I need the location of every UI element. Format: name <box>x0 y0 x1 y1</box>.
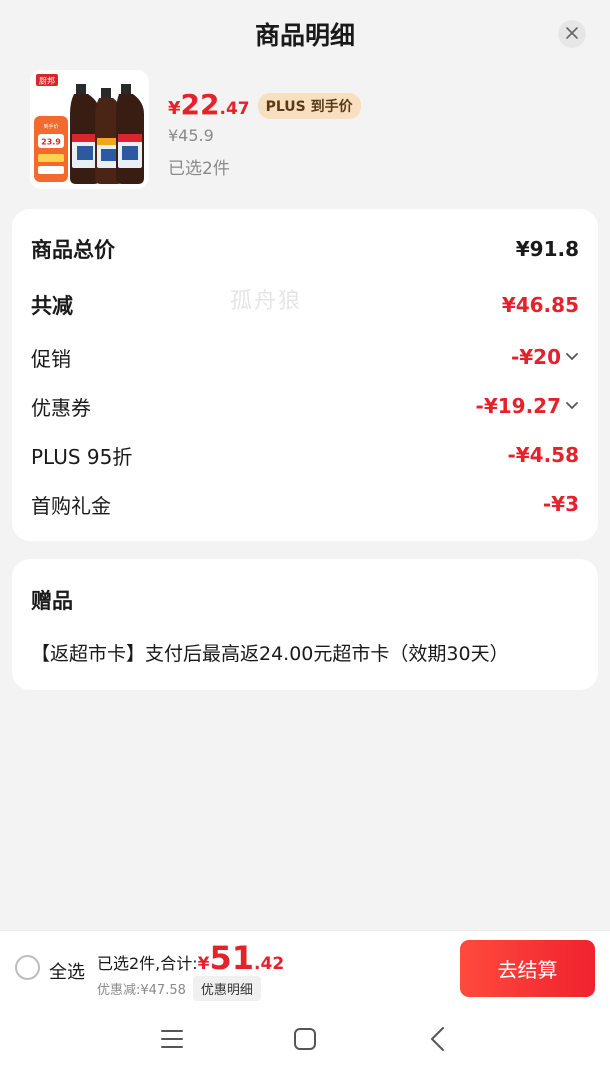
menu-button[interactable] <box>157 1026 187 1056</box>
close-icon <box>565 25 579 44</box>
watermark: 孤舟狼 <box>230 289 303 314</box>
plus-price-badge: PLUS 到手价 <box>257 93 361 119</box>
home-icon <box>293 1027 317 1055</box>
promo-badge-label: 到手价 <box>43 123 58 130</box>
goods-total-value: ¥91.8 <box>515 237 579 261</box>
coupon-value: -¥19.27 <box>475 394 561 418</box>
promo-badge-price: 23.9 <box>41 138 61 147</box>
page-title: 商品明细 <box>254 21 355 50</box>
total-summary: 已选2件,合计: ¥ 51 .42 <box>97 939 285 977</box>
gift-title: 赠品 <box>31 589 73 613</box>
total-currency: ¥ <box>197 954 210 974</box>
product-detail-sheet: 商品明细 厨邦 到手价 23.9 ¥ 22 .47 PLUS 到手价 ¥45.9… <box>0 0 610 1076</box>
price-breakdown-card: 商品总价 ¥91.8 共减 ¥46.85 促销 -¥20 优惠券 -¥19.27 <box>12 209 598 541</box>
gift-description: 【返超市卡】支付后最高返24.00元超市卡（效期30天） <box>31 643 509 665</box>
product-image[interactable]: 厨邦 到手价 23.9 <box>30 70 149 189</box>
original-price: ¥45.9 <box>168 126 214 145</box>
first-purchase-gift-value: -¥3 <box>542 492 579 516</box>
discount-text: 优惠减:¥47.58 <box>97 983 186 998</box>
brand-logo: 厨邦 <box>39 76 55 86</box>
total-reduction-row: 共减 ¥46.85 <box>31 287 579 323</box>
gift-card: 赠品 【返超市卡】支付后最高返24.00元超市卡（效期30天） <box>12 559 598 690</box>
coupon-row[interactable]: 优惠券 -¥19.27 <box>31 388 579 424</box>
total-reduction-value: ¥46.85 <box>501 293 579 317</box>
back-icon <box>428 1026 448 1056</box>
price-currency: ¥ <box>168 98 181 119</box>
total-reduction-label: 共减 <box>31 294 73 318</box>
discount-summary: 优惠减:¥47.58 优惠明细 <box>97 976 261 1001</box>
discount-detail-button[interactable]: 优惠明细 <box>192 976 261 1001</box>
plus-price: ¥ 22 .47 PLUS 到手价 <box>168 88 361 124</box>
first-purchase-gift-label: 首购礼金 <box>31 493 111 518</box>
checkout-bar: 全选 已选2件,合计: ¥ 51 .42 优惠减:¥47.58 优惠明细 去结算 <box>0 930 610 1004</box>
home-button[interactable] <box>290 1026 320 1056</box>
system-nav-bar <box>0 1004 610 1076</box>
select-all-checkbox[interactable] <box>15 955 40 980</box>
promotion-label: 促销 <box>31 346 71 371</box>
plus-discount-label: PLUS 95折 <box>31 444 133 469</box>
total-integer: 51 <box>209 939 255 977</box>
price-decimal: .47 <box>219 99 250 119</box>
product-row: 厨邦 到手价 23.9 ¥ 22 .47 PLUS 到手价 ¥45.9 已选2件 <box>30 70 590 190</box>
back-button[interactable] <box>423 1026 453 1056</box>
promotion-row[interactable]: 促销 -¥20 <box>31 339 579 375</box>
chevron-down-icon <box>565 401 579 411</box>
selected-count: 已选2件 <box>168 159 230 179</box>
promotion-value: -¥20 <box>510 345 561 369</box>
plus-discount-value: -¥4.58 <box>507 443 579 467</box>
checkout-button[interactable]: 去结算 <box>460 940 595 997</box>
menu-icon <box>160 1028 184 1054</box>
price-integer: 22 <box>180 88 220 121</box>
goods-total-row: 商品总价 ¥91.8 <box>31 231 579 267</box>
header: 商品明细 <box>0 0 610 66</box>
total-decimal: .42 <box>254 954 285 974</box>
goods-total-label: 商品总价 <box>31 238 115 262</box>
first-purchase-gift-row: 首购礼金 -¥3 <box>31 486 579 522</box>
select-all-label[interactable]: 全选 <box>49 958 85 984</box>
close-button[interactable] <box>558 20 586 48</box>
chevron-down-icon <box>565 352 579 362</box>
plus-discount-row: PLUS 95折 -¥4.58 <box>31 437 579 473</box>
total-summary-prefix: 已选2件,合计: <box>97 954 198 973</box>
coupon-label: 优惠券 <box>31 395 91 420</box>
